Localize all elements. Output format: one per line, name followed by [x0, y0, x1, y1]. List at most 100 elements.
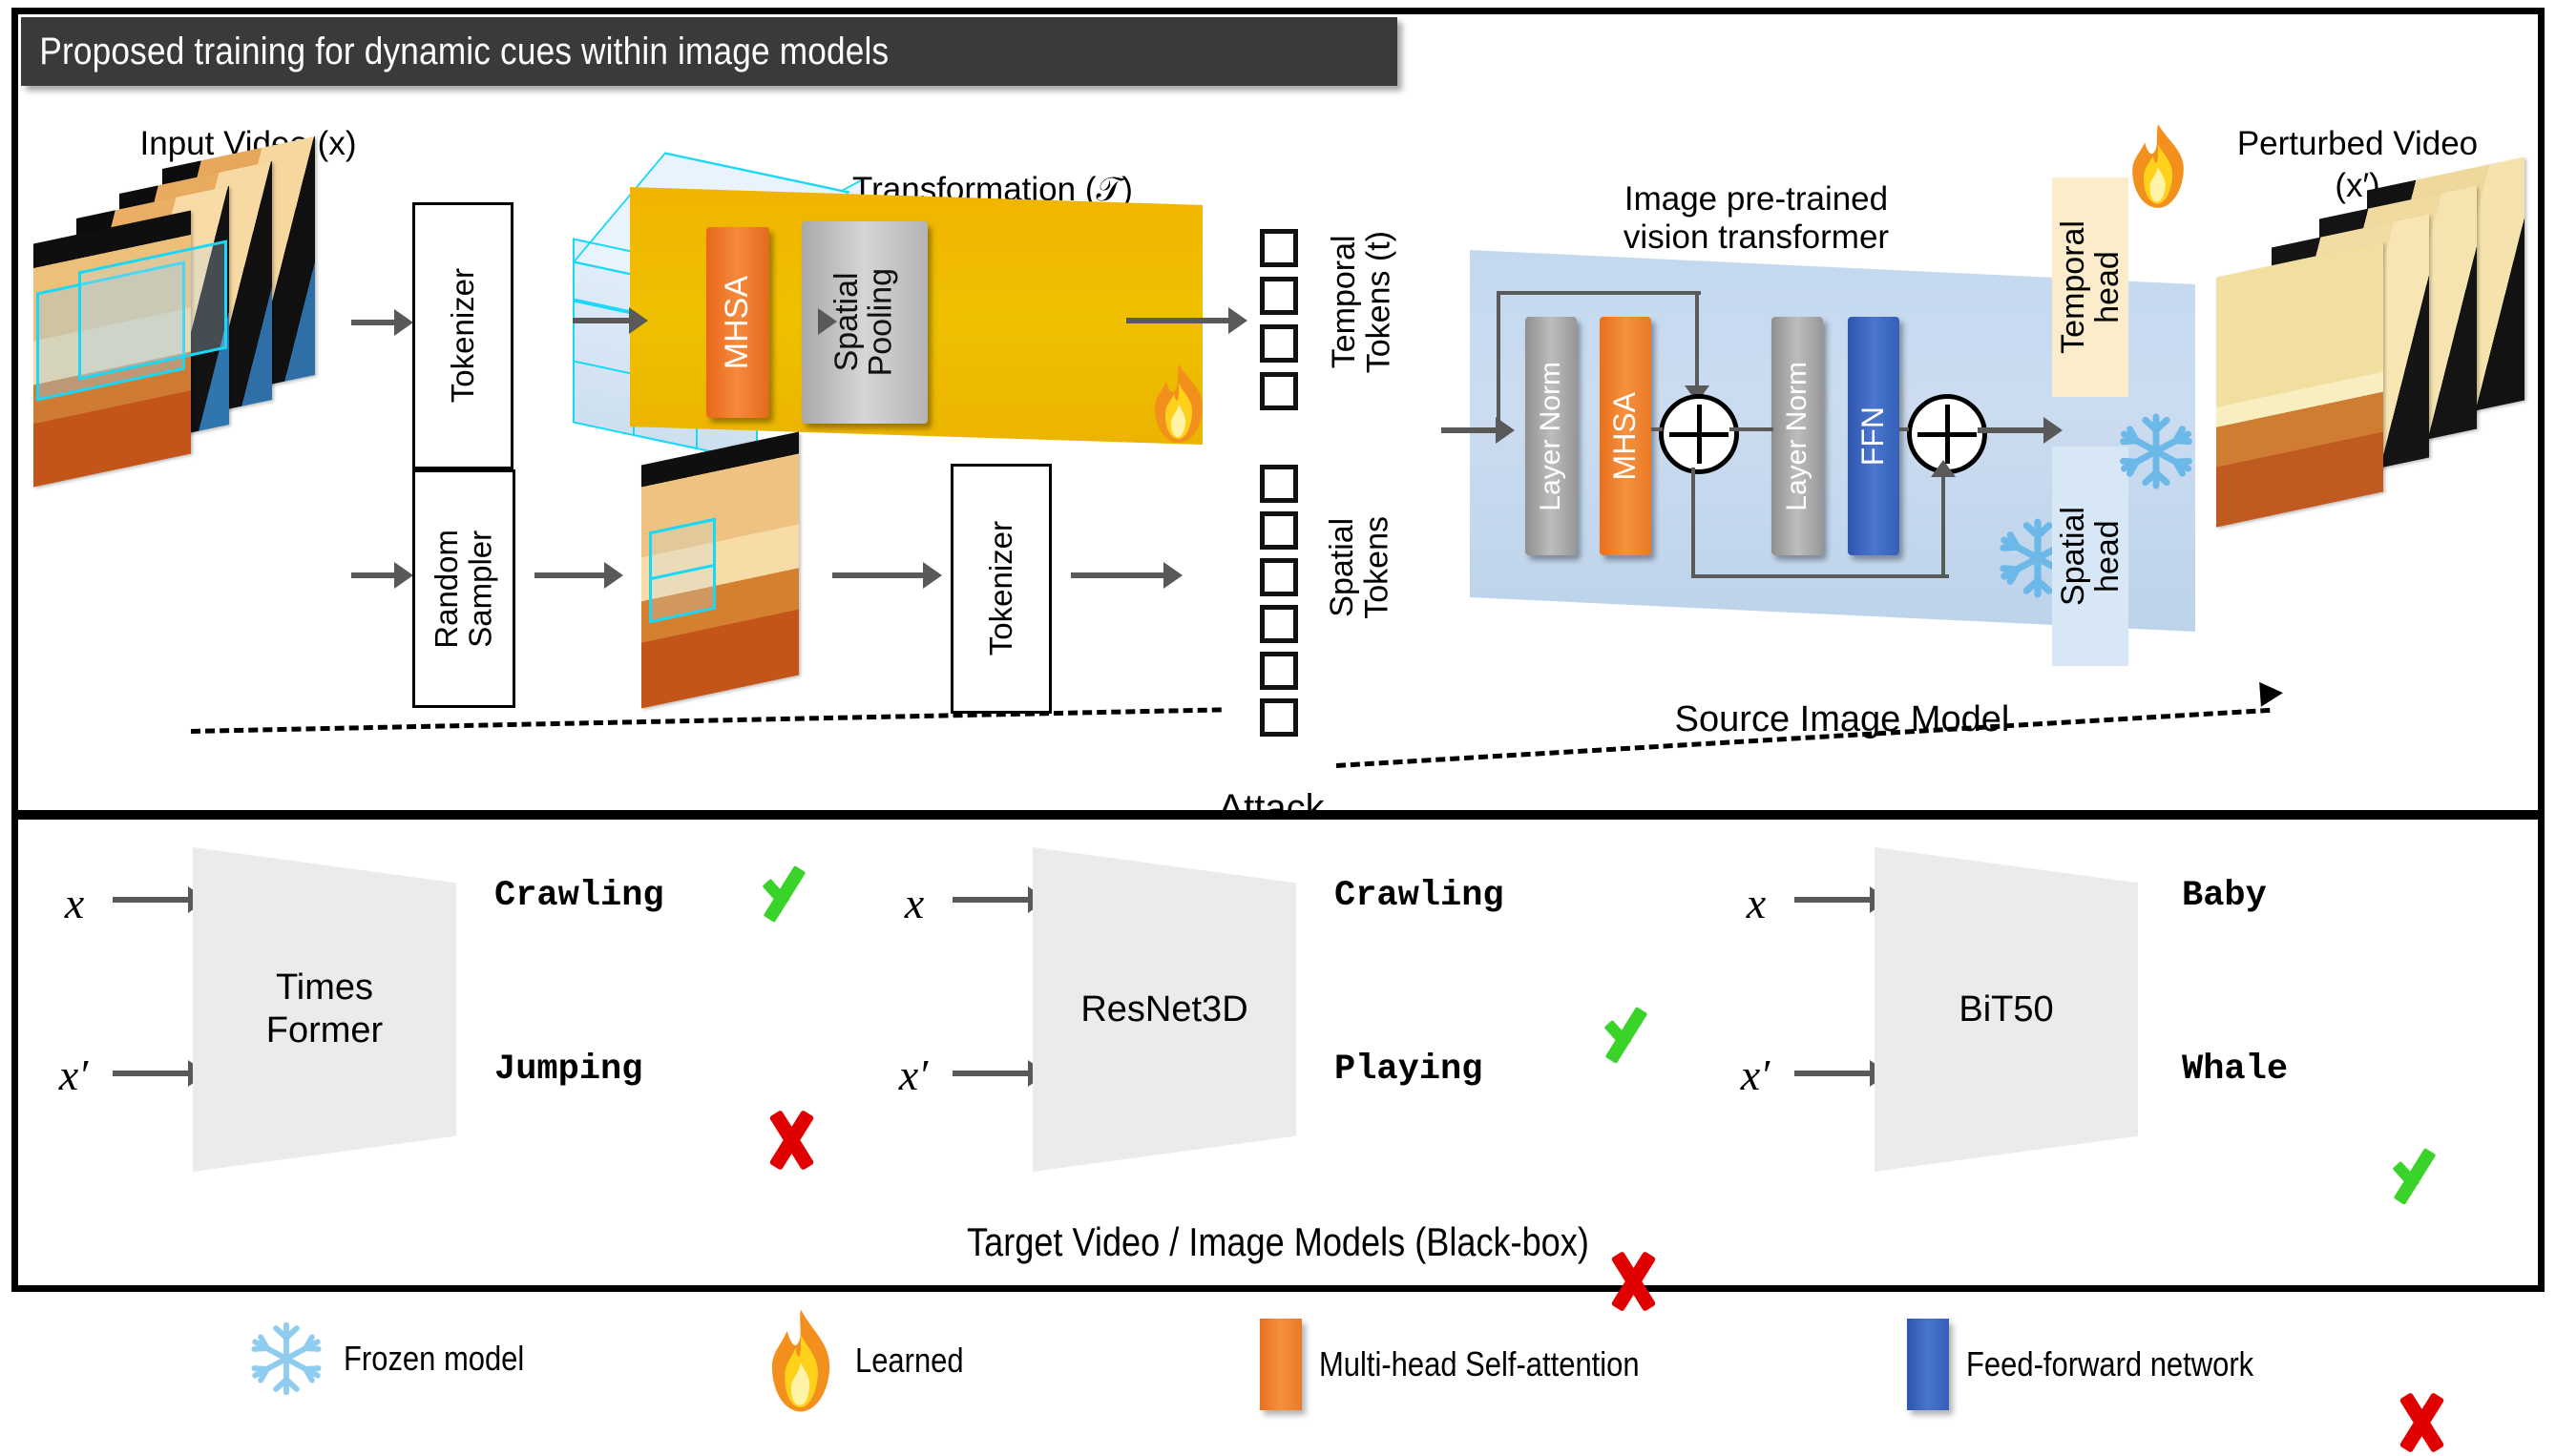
legend-item-learned: Learned: [764, 1307, 981, 1414]
arrow-resnet3d-clean: [953, 886, 1047, 913]
vit-residual-add-1: [1659, 394, 1739, 474]
vit-mhsa: MHSA: [1600, 317, 1651, 555]
transformation-mhsa-label: MHSA: [719, 275, 756, 370]
temporal-token: [1260, 277, 1298, 315]
spatial-token: [1260, 698, 1298, 737]
legend: Frozen model Learned Multi-head Self-att…: [0, 1309, 2556, 1414]
spatial-head-label: Spatial head: [2054, 507, 2126, 606]
vit-layer-norm-1-label: Layer Norm: [1535, 361, 1567, 511]
spatial-token: [1260, 558, 1298, 596]
target-models-caption-wrap: Target Video / Image Models (Black-box): [0, 1219, 2556, 1265]
temporal-token: [1260, 324, 1298, 363]
arrow-transformation-to-temporal-tokens: [1126, 307, 1247, 334]
status-icon-wrong-timesformer: [758, 1107, 825, 1174]
tokenizer-top-box: Tokenizer: [412, 202, 513, 469]
legend-item-frozen: Frozen model: [246, 1319, 554, 1399]
legend-label-frozen: Frozen model: [344, 1339, 525, 1378]
page-title: Proposed training for dynamic cues withi…: [39, 30, 890, 73]
model-box-bit50: BiT50: [1875, 847, 2138, 1172]
tokenizer-top-label: Tokenizer: [445, 268, 481, 404]
vit-skip-2: [1691, 468, 1949, 578]
vit-mhsa-label: MHSA: [1607, 391, 1643, 481]
vit-ffn-label: FFN: [1855, 406, 1891, 467]
legend-item-ffn: Feed-forward network: [1907, 1319, 2300, 1410]
bit50-input-adv: x′: [1740, 1050, 1770, 1099]
temporal-head-block: Temporal head: [2052, 177, 2128, 397]
spatial-token: [1260, 511, 1298, 550]
input-video-stack: [19, 135, 391, 525]
arrow-timesformer-clean: [113, 886, 207, 913]
vit-seg-2: [1729, 427, 1773, 431]
timesformer-input-clean: x: [64, 879, 85, 927]
model-box-timesformer: Times Former: [193, 847, 456, 1172]
flame-icon-transformation: [1145, 363, 1212, 445]
legend-label-learned: Learned: [855, 1341, 964, 1380]
arrow-resnet3d-adv: [953, 1060, 1047, 1087]
vit-seg-3: [1899, 427, 1909, 431]
model-name-timesformer: Times Former: [265, 967, 384, 1050]
model-box-resnet3d: ResNet3D: [1033, 847, 1296, 1172]
random-sampler-box: Random Sampler: [412, 469, 515, 708]
tokenizer-bottom-label: Tokenizer: [983, 521, 1019, 656]
arrow-video-to-tokenizer: [351, 309, 413, 336]
prediction-timesformer-clean: Crawling: [494, 876, 664, 916]
attack-arrow-head: [2259, 680, 2284, 707]
arrow-bit50-adv: [1794, 1060, 1889, 1087]
arrow-bit50-clean: [1794, 886, 1889, 913]
temporal-tokens-label: Temporal Tokens (t): [1326, 231, 1397, 374]
prediction-resnet3d-adv: Playing: [1334, 1050, 1483, 1090]
snowflake-icon-spatial-head: [2115, 410, 2197, 492]
source-image-model-label: Source Image Model: [1674, 698, 2010, 739]
arrow-frame-to-tokenizer: [832, 562, 942, 589]
random-sampler-label: Random Sampler: [429, 529, 498, 649]
vit-skip-2-arrow: [1931, 460, 1956, 574]
temporal-tokens-label-wrap: Temporal Tokens (t): [1326, 212, 1397, 393]
arrow-tokens-to-vit: [1441, 417, 1515, 444]
prediction-resnet3d-clean: Crawling: [1334, 876, 1504, 916]
arrow-cube-to-transformation-real: [573, 307, 648, 334]
spatial-tokens-label-wrap: Spatial Tokens: [1324, 477, 1395, 658]
sampled-frame: [641, 431, 813, 709]
vit-skip-1-arrow: [1685, 291, 1709, 403]
snowflake-icon: [246, 1319, 326, 1399]
timesformer-input-adv: x′: [58, 1050, 89, 1099]
transformation-mhsa-block: MHSA: [706, 227, 769, 418]
vit-title: Image pre-trained vision transformer: [1623, 179, 1890, 257]
perturbed-video-stack: [2195, 156, 2548, 563]
temporal-token: [1260, 372, 1298, 410]
arrow-timesformer-adv: [113, 1060, 207, 1087]
bit50-input-clean: x: [1746, 879, 1767, 927]
tokenizer-bottom-box: Tokenizer: [951, 464, 1052, 714]
status-icon-correct-bit50: [2384, 1137, 2459, 1212]
vit-layer-norm-1: Layer Norm: [1525, 317, 1577, 555]
flame-icon: [764, 1307, 838, 1414]
spatial-token: [1260, 605, 1298, 643]
arrow-video-to-random-sampler: [351, 562, 413, 589]
arrow-sampler-to-frame: [534, 562, 623, 589]
temporal-head-label: Temporal head: [2054, 220, 2126, 354]
legend-item-mhsa: Multi-head Self-attention: [1260, 1319, 1691, 1410]
target-models-caption: Target Video / Image Models (Black-box): [967, 1219, 1589, 1264]
spatial-token: [1260, 465, 1298, 503]
arrow-tokenizer-to-spatial-tokens: [1071, 562, 1183, 589]
resnet3d-input-adv: x′: [898, 1050, 929, 1099]
arrow-vit-output: [1978, 417, 2063, 444]
legend-label-mhsa: Multi-head Self-attention: [1319, 1344, 1640, 1383]
panel-title-bar: Proposed training for dynamic cues withi…: [21, 17, 1397, 86]
orange-swatch-icon: [1260, 1319, 1302, 1410]
prediction-timesformer-adv: Jumping: [494, 1050, 643, 1090]
model-name-resnet3d: ResNet3D: [1080, 988, 1248, 1030]
model-name-bit50: BiT50: [1959, 988, 2054, 1030]
legend-label-ffn: Feed-forward network: [1966, 1344, 2254, 1383]
temporal-token: [1260, 229, 1298, 267]
flame-icon-temporal-head: [2122, 122, 2194, 210]
blue-swatch-icon: [1907, 1319, 1949, 1410]
resnet3d-input-clean: x: [904, 879, 925, 927]
prediction-bit50-clean: Baby: [2182, 876, 2267, 916]
spatial-tokens-column: [1260, 465, 1298, 737]
temporal-tokens-column: [1260, 229, 1298, 410]
spatial-tokens-label: Spatial Tokens: [1324, 516, 1395, 619]
spatial-token: [1260, 652, 1298, 690]
prediction-bit50-adv: Whale: [2182, 1050, 2289, 1090]
status-icon-correct-timesformer: [754, 855, 828, 929]
